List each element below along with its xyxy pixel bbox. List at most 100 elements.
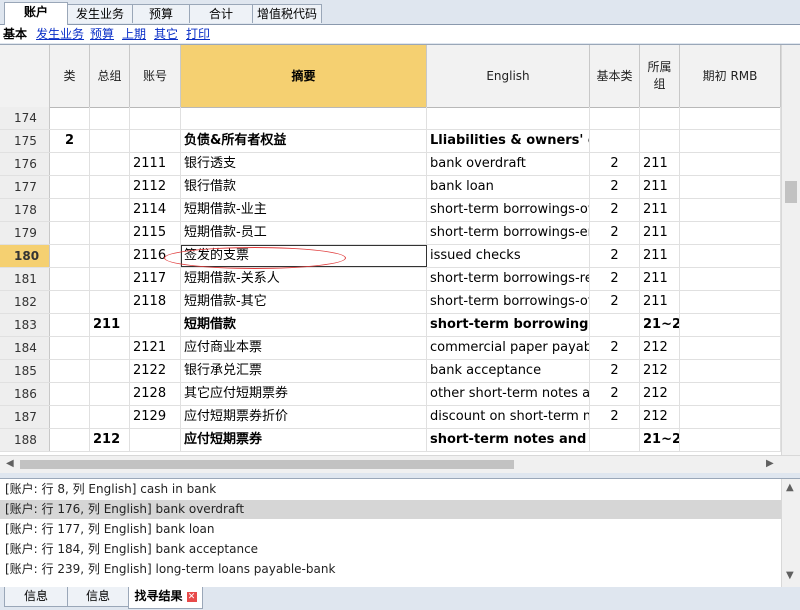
row-number[interactable]: 186 <box>0 383 50 405</box>
cell-basic-class[interactable] <box>590 429 640 451</box>
cell-account[interactable]: 2129 <box>130 406 181 428</box>
cell-belongs-group[interactable]: 211 <box>640 245 680 267</box>
cell-belongs-group[interactable]: 21~22 <box>640 429 680 451</box>
cell-group[interactable] <box>90 383 130 405</box>
cell-class[interactable] <box>50 429 90 451</box>
cell-english[interactable] <box>427 107 590 129</box>
tab-accounts[interactable]: 账户 <box>4 2 68 25</box>
cell-english[interactable]: short-term borrowings-ow <box>427 199 590 221</box>
cell-basic-class[interactable]: 2 <box>590 337 640 359</box>
cell-account[interactable]: 2122 <box>130 360 181 382</box>
cell-basic-class[interactable]: 2 <box>590 199 640 221</box>
cell-english[interactable]: commercial paper payabl <box>427 337 590 359</box>
header-english[interactable]: English <box>427 45 590 107</box>
cell-account[interactable] <box>130 107 181 129</box>
view-link-other[interactable]: 其它 <box>154 25 178 43</box>
scrollbar-thumb[interactable] <box>785 181 797 203</box>
cell-belongs-group[interactable]: 211 <box>640 291 680 313</box>
row-number[interactable]: 178 <box>0 199 50 221</box>
scroll-left-icon[interactable]: ◀ <box>6 457 14 471</box>
cell-opening-rmb[interactable] <box>680 383 781 405</box>
cell-basic-class[interactable]: 2 <box>590 176 640 198</box>
cell-basic-class[interactable]: 2 <box>590 360 640 382</box>
table-row[interactable]: 174 <box>0 107 781 130</box>
cell-group[interactable] <box>90 291 130 313</box>
table-row[interactable]: 177 2112 银行借款 bank loan 2 211 <box>0 176 781 199</box>
cell-group[interactable] <box>90 268 130 290</box>
cell-basic-class[interactable]: 2 <box>590 291 640 313</box>
cell-group[interactable] <box>90 199 130 221</box>
tab-info-1[interactable]: 信息 <box>4 587 68 607</box>
cell-class[interactable] <box>50 153 90 175</box>
cell-group[interactable]: 211 <box>90 314 130 336</box>
tab-transactions[interactable]: 发生业务 <box>67 4 133 23</box>
cell-class[interactable] <box>50 291 90 313</box>
cell-class[interactable] <box>50 268 90 290</box>
table-row[interactable]: 182 2118 短期借款-其它 short-term borrowings-oth 2… <box>0 291 781 314</box>
scroll-right-icon[interactable]: ▶ <box>766 457 774 471</box>
cell-english[interactable]: short-term notes and bi <box>427 429 590 451</box>
cell-opening-rmb[interactable] <box>680 360 781 382</box>
close-icon[interactable]: ✕ <box>186 592 197 602</box>
table-row[interactable]: 176 2111 银行透支 bank overdraft 2 211 <box>0 153 781 176</box>
cell-group[interactable] <box>90 176 130 198</box>
cell-class[interactable] <box>50 360 90 382</box>
row-number[interactable]: 187 <box>0 406 50 428</box>
cell-group[interactable] <box>90 360 130 382</box>
cell-basic-class[interactable] <box>590 130 640 152</box>
cell-description[interactable]: 其它应付短期票券 <box>181 383 427 405</box>
tab-budget[interactable]: 预算 <box>132 4 190 23</box>
cell-basic-class[interactable] <box>590 107 640 129</box>
cell-basic-class[interactable]: 2 <box>590 383 640 405</box>
cell-class[interactable] <box>50 337 90 359</box>
table-row[interactable]: 188 212 应付短期票券short-term notes and bi 21~22 <box>0 429 781 452</box>
cell-belongs-group[interactable] <box>640 107 680 129</box>
cell-description[interactable]: 短期借款-员工 <box>181 222 427 244</box>
row-number[interactable]: 174 <box>0 107 50 129</box>
row-number[interactable]: 179 <box>0 222 50 244</box>
cell-group[interactable] <box>90 222 130 244</box>
cell-opening-rmb[interactable] <box>680 314 781 336</box>
results-scrollbar[interactable]: ▲ ▼ <box>781 479 800 587</box>
cell-group[interactable] <box>90 245 130 267</box>
row-number[interactable]: 175 <box>0 130 50 152</box>
cell-class[interactable] <box>50 222 90 244</box>
cell-english[interactable]: short-term borrowings-em <box>427 222 590 244</box>
view-basic[interactable]: 基本 <box>3 25 27 43</box>
cell-class[interactable] <box>50 245 90 267</box>
cell-description[interactable]: 负债&所有者权益 <box>181 130 427 152</box>
cell-class[interactable] <box>50 406 90 428</box>
cell-description[interactable]: 银行承兑汇票 <box>181 360 427 382</box>
table-row[interactable]: 180 2116 签发的支票 issued checks 2 211 <box>0 245 781 268</box>
cell-english[interactable]: short-term borrowings-oth <box>427 291 590 313</box>
cell-account[interactable]: 2121 <box>130 337 181 359</box>
cell-belongs-group[interactable]: 211 <box>640 176 680 198</box>
cell-class[interactable] <box>50 176 90 198</box>
horizontal-scrollbar-thumb[interactable] <box>20 460 514 469</box>
cell-basic-class[interactable]: 2 <box>590 268 640 290</box>
find-result-item[interactable]: [账户: 行 176, 列 English] bank overdraft <box>0 500 781 519</box>
cell-description[interactable]: 短期借款-关系人 <box>181 268 427 290</box>
table-row[interactable]: 179 2115 短期借款-员工 short-term borrowings-em 2 2… <box>0 222 781 245</box>
cell-account[interactable]: 2111 <box>130 153 181 175</box>
cell-group[interactable] <box>90 107 130 129</box>
horizontal-scrollbar[interactable]: ◀ ▶ <box>0 455 800 473</box>
table-row[interactable]: 183 211 短期借款short-term borrowings(21~22 <box>0 314 781 337</box>
row-number[interactable]: 176 <box>0 153 50 175</box>
row-number[interactable]: 181 <box>0 268 50 290</box>
cell-description[interactable]: 应付短期票券 <box>181 429 427 451</box>
cell-belongs-group[interactable]: 212 <box>640 337 680 359</box>
cell-account[interactable]: 2115 <box>130 222 181 244</box>
cell-english[interactable]: issued checks <box>427 245 590 267</box>
find-result-item[interactable]: [账户: 行 239, 列 English] long-term loans p… <box>0 560 781 579</box>
cell-opening-rmb[interactable] <box>680 130 781 152</box>
cell-opening-rmb[interactable] <box>680 153 781 175</box>
cell-opening-rmb[interactable] <box>680 337 781 359</box>
find-result-item[interactable]: [账户: 行 8, 列 English] cash in bank <box>0 480 781 499</box>
cell-opening-rmb[interactable] <box>680 176 781 198</box>
tab-find-results[interactable]: 找寻结果 ✕ <box>128 587 203 609</box>
cell-english[interactable]: bank overdraft <box>427 153 590 175</box>
cell-belongs-group[interactable]: 212 <box>640 406 680 428</box>
find-result-item[interactable]: [账户: 行 184, 列 English] bank acceptance <box>0 540 781 559</box>
cell-english[interactable]: bank acceptance <box>427 360 590 382</box>
